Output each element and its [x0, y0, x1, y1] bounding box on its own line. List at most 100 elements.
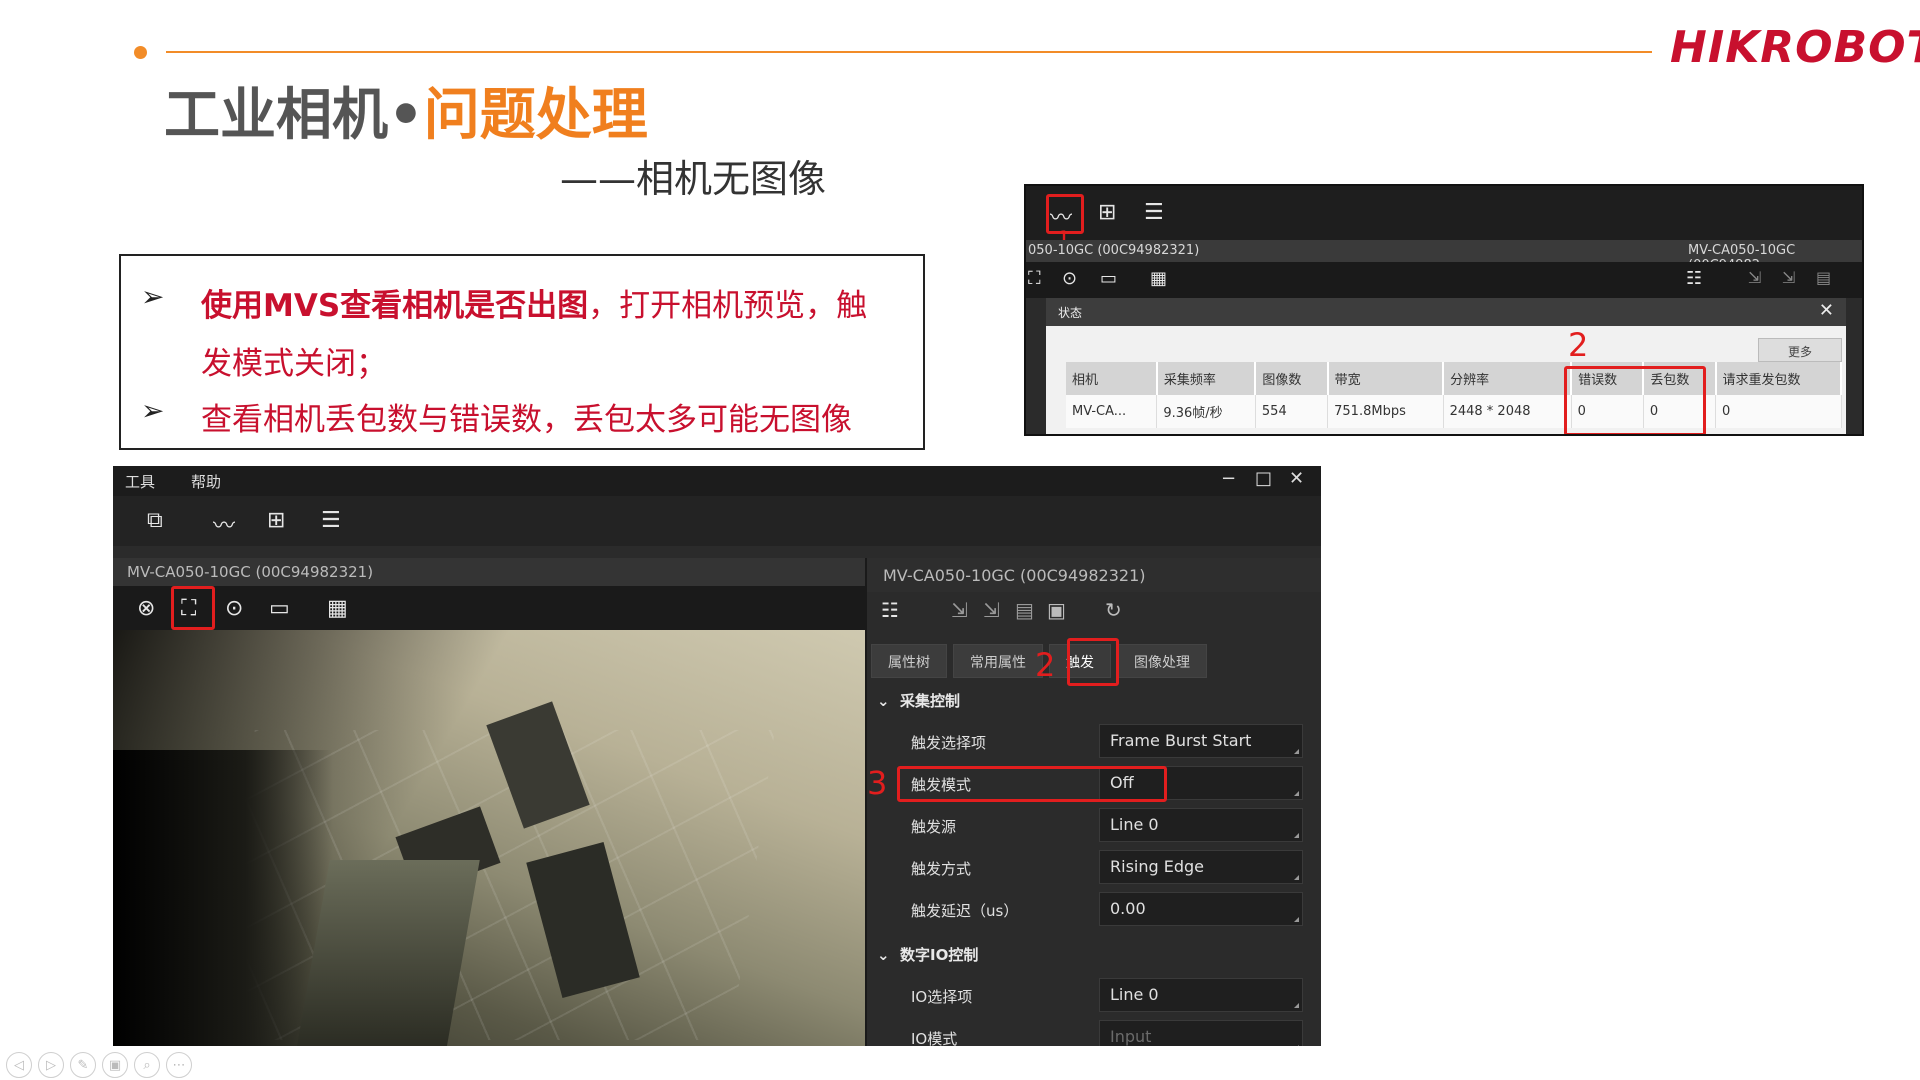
list-icon[interactable]: ☷ — [1686, 268, 1702, 289]
trigger-delay-label: 触发延迟（us） — [911, 902, 1019, 920]
camera-preview-image — [113, 630, 865, 1046]
minimize-button[interactable]: − — [1221, 468, 1236, 489]
trigger-selector-dropdown[interactable]: Frame Burst Start — [1099, 724, 1303, 758]
slide-subtitle: ——相机无图像 — [560, 157, 827, 201]
callout-number-2: 2 — [1568, 326, 1589, 364]
next-slide-icon[interactable]: ▷ — [38, 1052, 64, 1078]
trigger-activation-dropdown[interactable]: Rising Edge — [1099, 850, 1303, 884]
file-icon[interactable]: ▤ — [1816, 268, 1831, 287]
refresh-icon[interactable]: ↻ — [1105, 598, 1122, 622]
hikrobot-logo: HIKROBOT — [1670, 22, 1920, 73]
menu-bar: 工具 帮助 − □ ✕ — [113, 466, 1321, 496]
log-icon[interactable]: ☰ — [1144, 200, 1164, 225]
chevron-down-icon: ⌄ — [877, 692, 890, 710]
col-image-count: 图像数 — [1255, 362, 1329, 395]
menu-tools[interactable]: 工具 — [125, 471, 155, 492]
bullet-arrow-icon: ➢ — [141, 280, 165, 313]
slide-title: 工业相机•问题处理 — [164, 70, 648, 151]
callout-box-3 — [897, 766, 1167, 802]
bullet-1-line-2: 发模式关闭； — [201, 346, 387, 382]
header-dot — [134, 46, 147, 59]
file-icon[interactable]: ▤ — [1015, 598, 1034, 622]
section-acquisition-control[interactable]: ⌄ 采集控制 — [877, 690, 960, 711]
properties-panel: MV-CA050-10GC (00C94982321) ☷ ⇲ ⇲ ▤ ▣ ↻ … — [865, 558, 1321, 1046]
trigger-activation-label: 触发方式 — [911, 860, 972, 878]
header-rule — [166, 51, 1652, 53]
grid-icon[interactable]: ▦ — [327, 596, 348, 621]
stop-grab-icon[interactable]: ⊗ — [137, 596, 155, 621]
cell-resolution: 2448 * 2048 — [1443, 395, 1572, 428]
bullet-arrow-icon: ➢ — [141, 394, 165, 427]
pen-icon[interactable]: ✎ — [70, 1052, 96, 1078]
status-dialog: 状态 ✕ 更多 相机 采集频率 图像数 带宽 分辨率 错误数 丢包数 请求重发包… — [1046, 298, 1846, 434]
io-mode-label: IO模式 — [911, 1030, 958, 1046]
import-icon[interactable]: ⇲ — [1782, 268, 1795, 287]
prev-slide-icon[interactable]: ◁ — [6, 1052, 32, 1078]
col-fps: 采集频率 — [1156, 362, 1257, 395]
export-icon[interactable]: ⇲ — [951, 598, 968, 622]
callout-box-2 — [1067, 638, 1119, 686]
log-icon[interactable]: ☰ — [321, 508, 341, 533]
col-resend-requests: 请求重发包数 — [1715, 362, 1843, 395]
roi-icon[interactable]: ⛶ — [1028, 268, 1041, 289]
stats-screenshot: 〰 ⊞ ☰ 1 050-10GC (00C94982321) MV-CA050-… — [1024, 184, 1864, 436]
camera-icon[interactable]: ⊙ — [1062, 268, 1077, 289]
bullet-1-line-1: ➢ 使用MVS查看相机是否出图，打开相机预览，触 — [141, 280, 868, 325]
camera-icon[interactable]: ⊙ — [225, 596, 243, 621]
more-button[interactable]: 更多 — [1758, 338, 1842, 362]
cell-bandwidth: 751.8Mbps — [1327, 395, 1444, 428]
stats-camera-name-left: 050-10GC (00C94982321) — [1028, 243, 1200, 258]
export-icon[interactable]: ⇲ — [1748, 268, 1761, 287]
callout-box-2 — [1564, 366, 1706, 434]
status-table-header: 相机 采集频率 图像数 带宽 分辨率 错误数 丢包数 请求重发包数 — [1066, 362, 1843, 395]
table-row: MV-CA... 9.36帧/秒 554 751.8Mbps 2448 * 20… — [1066, 395, 1842, 428]
stats-camera-row: 050-10GC (00C94982321) MV-CA050-10GC (00… — [1026, 240, 1862, 273]
preview-toolbar: ⊗ ⛶ ⊙ ▭ ▦ — [113, 586, 865, 630]
slides-grid-icon[interactable]: ▣ — [102, 1052, 128, 1078]
bullet-2: ➢ 查看相机丢包数与错误数，丢包太多可能无图像 — [141, 394, 852, 439]
title-part2: 问题处理 — [423, 83, 648, 148]
more-icon[interactable]: ⋯ — [166, 1052, 192, 1078]
status-dialog-header: 状态 ✕ — [1046, 298, 1846, 326]
close-window-button[interactable]: ✕ — [1289, 468, 1304, 489]
io-selector-label: IO选择项 — [911, 988, 973, 1006]
image-info-icon[interactable]: ⊞ — [267, 508, 285, 533]
statistics-icon[interactable]: 〰 — [213, 508, 235, 540]
tab-image-processing[interactable]: 图像处理 — [1117, 644, 1207, 678]
image-info-icon[interactable]: ⊞ — [1098, 200, 1116, 225]
cell-camera: MV-CA... — [1066, 395, 1158, 428]
io-selector-dropdown[interactable]: Line 0 — [1099, 978, 1303, 1012]
menu-help[interactable]: 帮助 — [191, 471, 221, 492]
save-icon[interactable]: ▣ — [1047, 598, 1066, 622]
bullet-2-text: 查看相机丢包数与错误数，丢包太多可能无图像 — [201, 402, 852, 438]
chevron-down-icon: ⌄ — [877, 946, 890, 964]
trigger-source-dropdown[interactable]: Line 0 — [1099, 808, 1303, 842]
bullet-1-strong: 使用MVS查看相机是否出图 — [201, 288, 589, 324]
trigger-delay-input[interactable]: 0.00 — [1099, 892, 1303, 926]
tab-common-properties[interactable]: 常用属性 — [953, 644, 1043, 678]
callout-box-1 — [171, 586, 215, 630]
bullet-1-rest: ，打开相机预览，触 — [588, 288, 868, 324]
callout-number-2: 2 — [1035, 646, 1056, 684]
presentation-nav: ◁ ▷ ✎ ▣ ⌕ ⋯ — [6, 1052, 192, 1078]
stats-toolbar: 〰 ⊞ ☰ — [1026, 186, 1862, 240]
section-digital-io[interactable]: ⌄ 数字IO控制 — [877, 944, 978, 965]
fullscreen-icon[interactable]: ⧉ — [147, 508, 163, 533]
stats-preview-tools: ⛶ ⊙ ▭ ▦ ☷ ⇲ ⇲ ▤ — [1026, 262, 1862, 298]
record-icon[interactable]: ▭ — [1100, 268, 1117, 289]
section-io-label: 数字IO控制 — [900, 946, 979, 964]
tab-property-tree[interactable]: 属性树 — [871, 644, 947, 678]
import-icon[interactable]: ⇲ — [983, 598, 1000, 622]
zoom-icon[interactable]: ⌕ — [134, 1052, 160, 1078]
close-icon[interactable]: ✕ — [1819, 300, 1834, 321]
status-table: 相机 采集频率 图像数 带宽 分辨率 错误数 丢包数 请求重发包数 MV-CA.… — [1066, 362, 1843, 428]
grid-icon[interactable]: ▦ — [1150, 268, 1167, 289]
cell-fps: 9.36帧/秒 — [1156, 395, 1256, 428]
trigger-selector-label: 触发选择项 — [911, 734, 987, 752]
io-mode-dropdown[interactable]: Input — [1099, 1020, 1303, 1046]
maximize-button[interactable]: □ — [1255, 468, 1272, 489]
list-icon[interactable]: ☷ — [881, 598, 899, 622]
bullet-box: ➢ 使用MVS查看相机是否出图，打开相机预览，触 发模式关闭； ➢ 查看相机丢包… — [119, 254, 925, 450]
record-icon[interactable]: ▭ — [269, 596, 290, 621]
callout-number-3: 3 — [867, 764, 888, 802]
